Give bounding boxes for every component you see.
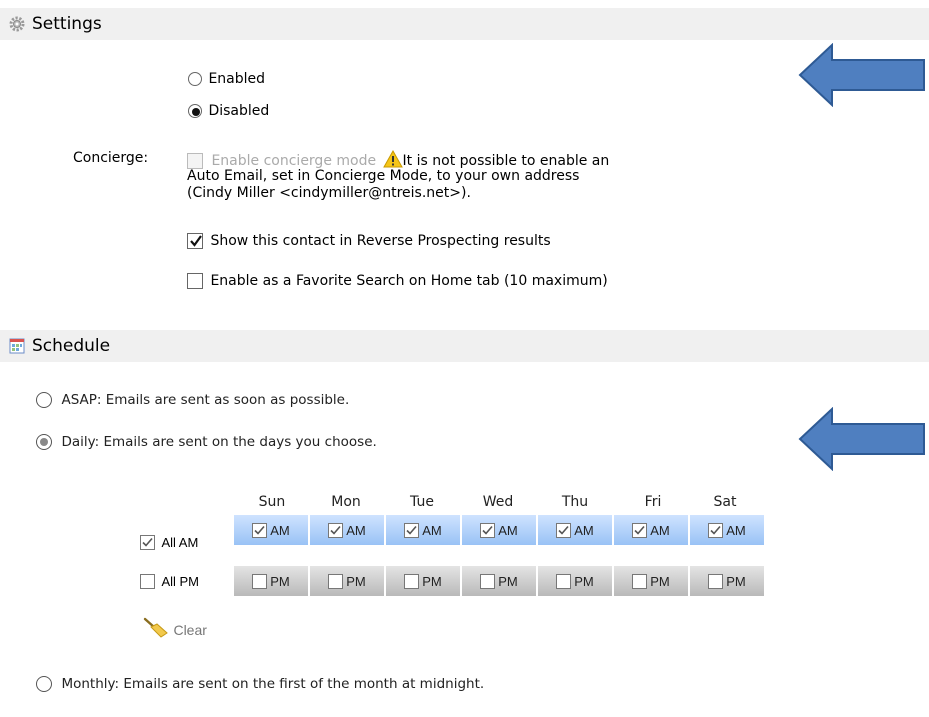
day-header-wed: Wed bbox=[482, 494, 514, 510]
concierge-warning-line1: It is not possible to enable an bbox=[402, 153, 610, 169]
settings-header: Settings bbox=[0, 8, 929, 40]
fri-am-checkbox[interactable] bbox=[632, 522, 648, 538]
fri-am-label: AM bbox=[650, 522, 670, 538]
asap-radio[interactable] bbox=[36, 392, 52, 408]
gear-icon bbox=[8, 15, 26, 33]
concierge-warning-line2: Auto Email, set in Concierge Mode, to yo… bbox=[187, 168, 580, 184]
all-pm-label: All PM bbox=[161, 573, 200, 589]
tue-pm-cell[interactable]: PM bbox=[386, 566, 460, 596]
disabled-radio[interactable] bbox=[188, 104, 202, 118]
day-header-tue: Tue bbox=[410, 494, 434, 510]
tue-am-checkbox[interactable] bbox=[404, 522, 420, 538]
enabled-option[interactable]: Enabled bbox=[188, 71, 265, 87]
arrow-pointer-settings bbox=[798, 43, 925, 107]
wed-pm-checkbox[interactable] bbox=[480, 573, 496, 589]
wed-am-label: AM bbox=[498, 522, 518, 538]
day-header-sat: Sat bbox=[713, 494, 737, 510]
monthly-radio[interactable] bbox=[36, 676, 52, 692]
enabled-radio[interactable] bbox=[188, 72, 202, 86]
all-am-option[interactable]: All AM bbox=[140, 534, 198, 550]
sat-pm-label: PM bbox=[726, 573, 746, 589]
reverse-prospecting-option[interactable]: Show this contact in Reverse Prospecting… bbox=[187, 233, 551, 249]
sat-am-checkbox[interactable] bbox=[708, 522, 724, 538]
daily-label: Daily: Emails are sent on the days you c… bbox=[61, 434, 377, 450]
thu-pm-label: PM bbox=[574, 573, 594, 589]
sun-am-label: AM bbox=[270, 522, 290, 538]
tue-am-cell[interactable]: AM bbox=[386, 515, 460, 545]
tue-pm-checkbox[interactable] bbox=[404, 573, 420, 589]
wed-pm-label: PM bbox=[498, 573, 518, 589]
fri-pm-label: PM bbox=[650, 573, 670, 589]
concierge-warning-line3: (Cindy Miller <cindymiller@ntreis.net>). bbox=[187, 185, 471, 201]
daily-option[interactable]: Daily: Emails are sent on the days you c… bbox=[36, 434, 377, 450]
clear-button[interactable]: Clear bbox=[143, 617, 207, 643]
asap-option[interactable]: ASAP: Emails are sent as soon as possibl… bbox=[36, 392, 349, 408]
reverse-prospecting-label: Show this contact in Reverse Prospecting… bbox=[210, 233, 551, 249]
monthly-option[interactable]: Monthly: Emails are sent on the first of… bbox=[36, 676, 484, 692]
mon-am-label: AM bbox=[346, 522, 366, 538]
thu-am-cell[interactable]: AM bbox=[538, 515, 612, 545]
schedule-header: Schedule bbox=[0, 330, 929, 362]
wed-am-checkbox[interactable] bbox=[480, 522, 496, 538]
enable-concierge-checkbox[interactable] bbox=[187, 153, 203, 169]
day-header-fri: Fri bbox=[644, 494, 662, 510]
favorite-search-label: Enable as a Favorite Search on Home tab … bbox=[210, 273, 608, 289]
sun-pm-label: PM bbox=[270, 573, 290, 589]
asap-label: ASAP: Emails are sent as soon as possibl… bbox=[61, 392, 350, 408]
sun-pm-cell[interactable]: PM bbox=[234, 566, 308, 596]
reverse-prospecting-checkbox[interactable] bbox=[187, 233, 203, 249]
tue-pm-label: PM bbox=[422, 573, 442, 589]
broom-icon bbox=[143, 617, 169, 643]
thu-pm-checkbox[interactable] bbox=[556, 573, 572, 589]
mon-am-cell[interactable]: AM bbox=[310, 515, 384, 545]
enabled-label: Enabled bbox=[208, 71, 266, 87]
fri-pm-cell[interactable]: PM bbox=[614, 566, 688, 596]
all-am-label: All AM bbox=[161, 534, 199, 550]
schedule-title: Schedule bbox=[32, 336, 111, 356]
day-header-mon: Mon bbox=[331, 494, 361, 510]
all-pm-checkbox[interactable] bbox=[140, 573, 155, 589]
favorite-search-option[interactable]: Enable as a Favorite Search on Home tab … bbox=[187, 273, 608, 289]
monthly-label: Monthly: Emails are sent on the first of… bbox=[61, 676, 485, 692]
all-am-checkbox[interactable] bbox=[140, 534, 155, 550]
fri-am-cell[interactable]: AM bbox=[614, 515, 688, 545]
mon-pm-label: PM bbox=[346, 573, 366, 589]
all-pm-option[interactable]: All PM bbox=[140, 573, 199, 589]
sun-am-cell[interactable]: AM bbox=[234, 515, 308, 545]
favorite-search-checkbox[interactable] bbox=[187, 273, 203, 289]
clear-label: Clear bbox=[173, 622, 207, 638]
mon-pm-checkbox[interactable] bbox=[328, 573, 344, 589]
sun-pm-checkbox[interactable] bbox=[252, 573, 268, 589]
thu-pm-cell[interactable]: PM bbox=[538, 566, 612, 596]
mon-pm-cell[interactable]: PM bbox=[310, 566, 384, 596]
settings-title: Settings bbox=[32, 14, 102, 34]
enable-concierge-label: Enable concierge mode bbox=[211, 153, 377, 169]
sat-pm-checkbox[interactable] bbox=[708, 573, 724, 589]
disabled-option[interactable]: Disabled bbox=[188, 103, 269, 119]
day-header-sun: Sun bbox=[258, 494, 286, 510]
fri-pm-checkbox[interactable] bbox=[632, 573, 648, 589]
sun-am-checkbox[interactable] bbox=[252, 522, 268, 538]
daily-radio[interactable] bbox=[36, 434, 52, 450]
thu-am-checkbox[interactable] bbox=[556, 522, 572, 538]
sat-am-cell[interactable]: AM bbox=[690, 515, 764, 545]
calendar-icon bbox=[8, 337, 26, 355]
disabled-label: Disabled bbox=[208, 103, 270, 119]
sat-am-label: AM bbox=[726, 522, 746, 538]
wed-am-cell[interactable]: AM bbox=[462, 515, 536, 545]
concierge-label: Concierge: bbox=[73, 150, 149, 166]
mon-am-checkbox[interactable] bbox=[328, 522, 344, 538]
day-header-thu: Thu bbox=[561, 494, 589, 510]
thu-am-label: AM bbox=[574, 522, 594, 538]
arrow-pointer-schedule bbox=[798, 407, 925, 471]
tue-am-label: AM bbox=[422, 522, 442, 538]
sat-pm-cell[interactable]: PM bbox=[690, 566, 764, 596]
wed-pm-cell[interactable]: PM bbox=[462, 566, 536, 596]
